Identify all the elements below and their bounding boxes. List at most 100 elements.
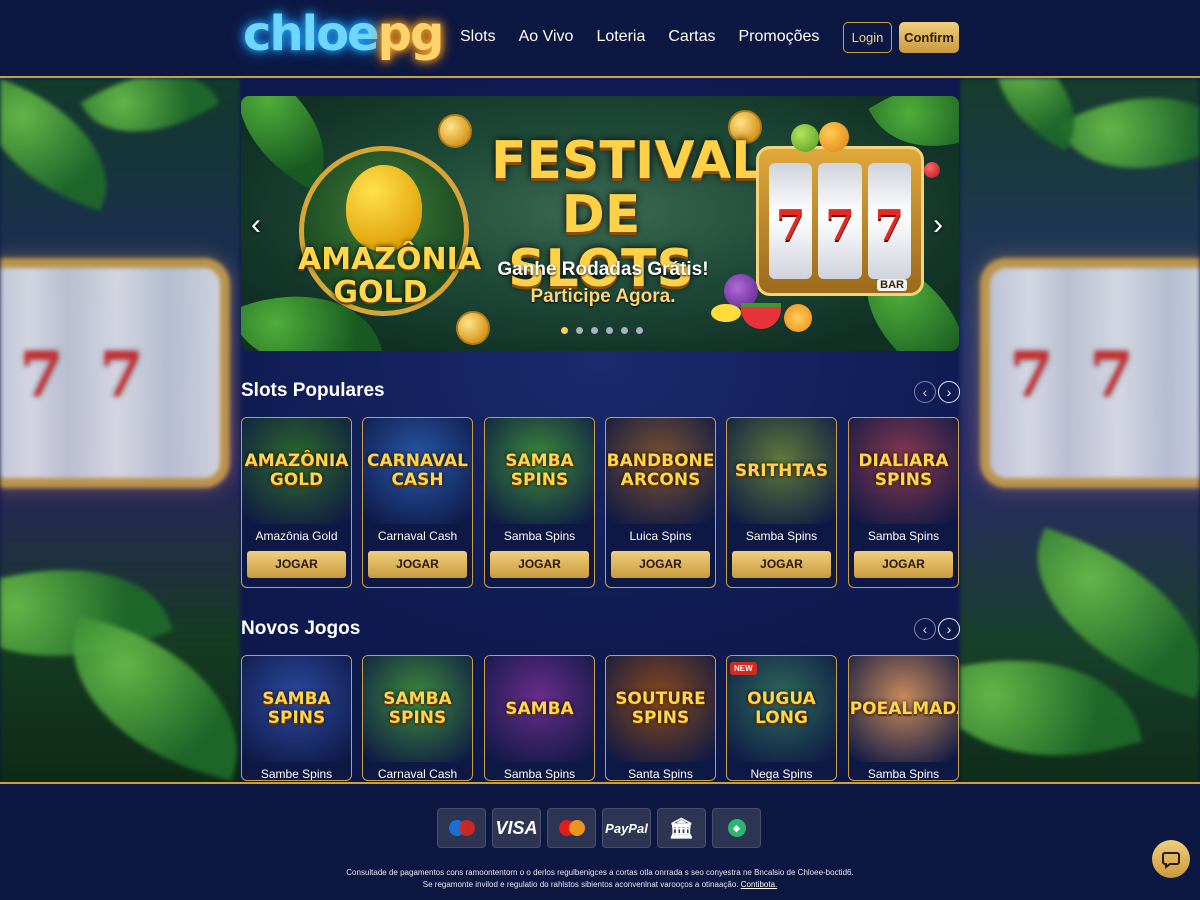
chat-button[interactable] <box>1152 840 1190 878</box>
game-card[interactable]: SAMBA Samba Spins <box>484 655 595 781</box>
confirm-button[interactable]: Confirm <box>899 22 959 53</box>
game-card[interactable]: AMAZÔNIA GOLD Amazônia Gold JOGAR <box>241 417 352 588</box>
chat-bubble-icon <box>1162 852 1180 869</box>
game-thumbnail[interactable]: OUGUA LONG NEW <box>727 656 836 762</box>
banner-next-arrow[interactable]: › <box>933 208 943 242</box>
login-button[interactable]: Login <box>843 22 892 53</box>
pagination-dot[interactable] <box>606 327 613 334</box>
game-logo-text: SAMBA SPINS <box>262 689 331 728</box>
popular-prev-button[interactable]: ‹ <box>914 381 936 403</box>
amazonia-gold-text: AMAZÔNIA GOLD <box>298 242 482 310</box>
section-title-new: Novos Jogos <box>241 618 361 639</box>
game-card[interactable]: SAMBA SPINS Samba Spins JOGAR <box>484 417 595 588</box>
seven-symbol: 7 <box>874 201 904 250</box>
background-left-jungle: 7 7 <box>0 78 240 785</box>
game-thumbnail[interactable]: SAMBA SPINS <box>485 418 594 524</box>
paypal-icon: PayPal <box>602 808 651 848</box>
new-prev-button[interactable]: ‹ <box>914 618 936 640</box>
game-logo-text: DIALIARA SPINS <box>858 451 949 490</box>
logo-text-chloe: chloe <box>243 6 380 62</box>
game-card[interactable]: DIALIARA SPINS Samba Spins JOGAR <box>848 417 959 588</box>
popular-next-button[interactable]: › <box>938 381 960 403</box>
play-button[interactable]: JOGAR <box>854 551 953 578</box>
seven-symbol: 7 <box>825 201 855 250</box>
play-button[interactable]: JOGAR <box>247 551 346 578</box>
play-button[interactable]: JOGAR <box>490 551 589 578</box>
pagination-dot[interactable] <box>561 327 568 334</box>
game-thumbnail[interactable]: SAMBA SPINS <box>363 656 472 762</box>
game-name: Samba Spins <box>503 767 576 781</box>
maestro-icon <box>437 808 486 848</box>
pagination-dot[interactable] <box>591 327 598 334</box>
game-name: Samba Spins <box>867 767 940 781</box>
site-header: chloepg Slots Ao Vivo Loteria Cartas Pro… <box>0 0 1200 78</box>
background-right-jungle: 7 7 <box>960 78 1200 785</box>
logo-text-pg: pg <box>377 6 445 62</box>
banana-icon <box>711 304 741 322</box>
game-card[interactable]: OUGUA LONG NEW Nega Spins <box>726 655 837 781</box>
bank-icon: 🏛 <box>657 808 706 848</box>
new-badge: NEW <box>730 662 757 675</box>
new-next-button[interactable]: › <box>938 618 960 640</box>
cherry-icon <box>924 162 940 178</box>
banner-prev-arrow[interactable]: ‹ <box>251 208 261 242</box>
game-thumbnail[interactable]: SRITHTAS <box>727 418 836 524</box>
pagination-dot[interactable] <box>636 327 643 334</box>
nav-slots[interactable]: Slots <box>460 28 496 46</box>
game-card[interactable]: SAMBA SPINS Carnaval Cash <box>362 655 473 781</box>
banner-cta[interactable]: Participe Agora. <box>493 286 713 308</box>
nav-loteria[interactable]: Loteria <box>596 28 645 46</box>
play-button[interactable]: JOGAR <box>732 551 831 578</box>
play-button[interactable]: JOGAR <box>368 551 467 578</box>
game-card[interactable]: SAMBA SPINS Sambe Spins <box>241 655 352 781</box>
banner-pagination <box>561 327 643 334</box>
bar-label: BAR <box>877 279 907 291</box>
game-logo-text: SOUTURE SPINS <box>615 689 706 728</box>
pix-icon: ◆ <box>712 808 761 848</box>
game-card[interactable]: SOUTURE SPINS Santa Spins <box>605 655 716 781</box>
mastercard-icon <box>547 808 596 848</box>
game-name: Santa Spins <box>628 767 693 781</box>
game-logo-text: SPOEALMADA <box>849 698 958 719</box>
game-thumbnail[interactable]: BANDBONE ARCONS <box>606 418 715 524</box>
game-name: Samba Spins <box>745 529 818 543</box>
pagination-dot[interactable] <box>621 327 628 334</box>
game-logo-text: SAMBA SPINS <box>383 689 452 728</box>
lemon-icon <box>346 165 422 251</box>
game-name: Amazônia Gold <box>255 529 338 543</box>
orange-icon <box>819 122 849 152</box>
game-card[interactable]: BANDBONE ARCONS Luica Spins JOGAR <box>605 417 716 588</box>
game-thumbnail[interactable]: CARNAVAL CASH <box>363 418 472 524</box>
nav-promocoes[interactable]: Promoções <box>738 28 819 46</box>
game-name: Carnaval Cash <box>377 529 458 543</box>
orange-slice-icon <box>784 304 812 332</box>
promo-banner[interactable]: AMAZÔNIA GOLD FESTIVAL DE SLOTS Ganhe Ro… <box>241 96 959 351</box>
game-name: Samba Spins <box>867 529 940 543</box>
legal-text-line2-body: Se regamonte invilod e regulatio do rahl… <box>422 880 739 889</box>
game-card[interactable]: SRITHTAS Samba Spins JOGAR <box>726 417 837 588</box>
pagination-dot[interactable] <box>576 327 583 334</box>
legal-text-line2: Se regamonte invilod e regulatio do rahl… <box>0 880 1200 889</box>
game-thumbnail[interactable]: AMAZÔNIA GOLD <box>242 418 351 524</box>
game-logo-text: SAMBA SPINS <box>505 451 574 490</box>
game-card[interactable]: SPOEALMADA Samba Spins <box>848 655 959 781</box>
legal-link[interactable]: Contibota. <box>741 880 777 889</box>
slot-machine-icon: 7 7 7 BAR <box>756 146 924 296</box>
main-nav: Slots Ao Vivo Loteria Cartas Promoções <box>460 28 819 46</box>
game-thumbnail[interactable]: SOUTURE SPINS <box>606 656 715 762</box>
game-name: Luica Spins <box>629 529 692 543</box>
nav-cartas[interactable]: Cartas <box>668 28 715 46</box>
game-thumbnail[interactable]: SAMBA <box>485 656 594 762</box>
nav-ao-vivo[interactable]: Ao Vivo <box>519 28 574 46</box>
game-thumbnail[interactable]: SPOEALMADA <box>849 656 958 762</box>
play-button[interactable]: JOGAR <box>611 551 710 578</box>
seven-symbol: 7 <box>776 201 806 250</box>
game-logo-text: BANDBONE ARCONS <box>606 451 715 490</box>
game-thumbnail[interactable]: SAMBA SPINS <box>242 656 351 762</box>
section-title-popular: Slots Populares <box>241 380 385 401</box>
legal-text-line1: Consultade de pagamentos cons ramoontent… <box>346 868 854 877</box>
logo[interactable]: chloepg <box>243 6 445 62</box>
game-card[interactable]: CARNAVAL CASH Carnaval Cash JOGAR <box>362 417 473 588</box>
apple-icon <box>791 124 819 152</box>
game-thumbnail[interactable]: DIALIARA SPINS <box>849 418 958 524</box>
